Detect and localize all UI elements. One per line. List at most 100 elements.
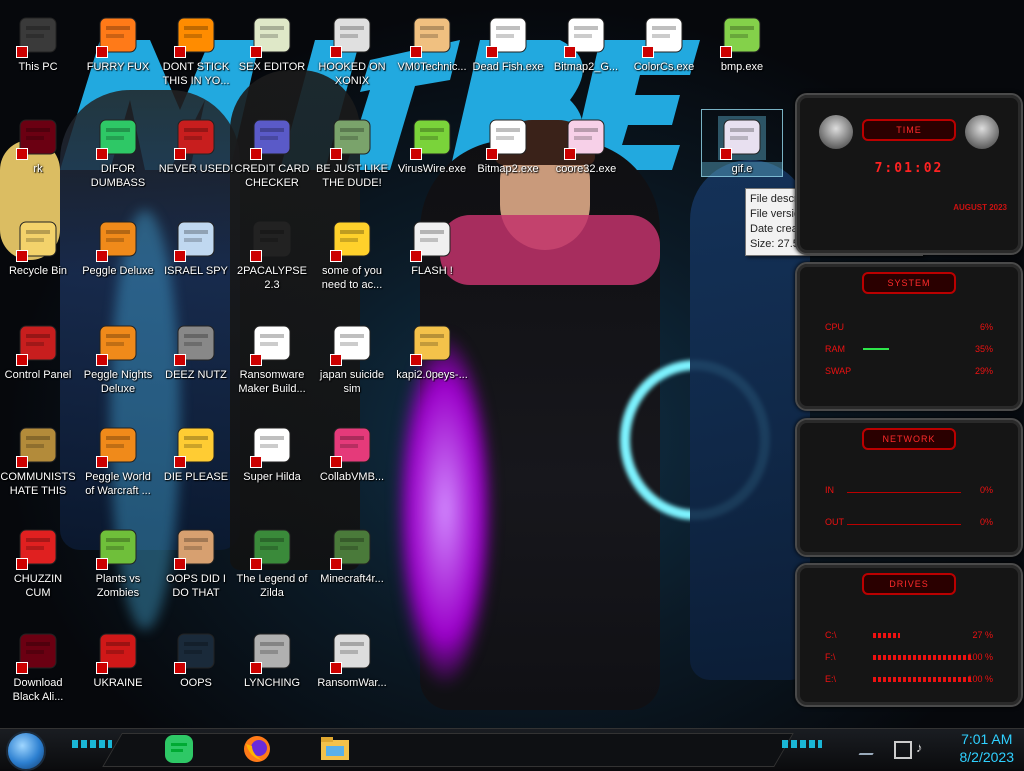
desktop-icon[interactable]: Peggle Nights Deluxe (78, 316, 158, 396)
desktop-icon[interactable]: Dead Fish.exe (468, 8, 548, 74)
desktop-icon[interactable]: DEEZ NUTZ (156, 316, 236, 382)
desktop-icon-label: Minecraft4r... (320, 573, 384, 585)
desktop-icon-image (14, 322, 62, 366)
desktop-icon-image (328, 14, 376, 58)
desktop-icon-label: CREDIT CARD CHECKER (234, 163, 310, 189)
desktop-icon-label: CollabVMB... (319, 471, 385, 483)
shortcut-overlay-icon (16, 354, 28, 366)
firefox-icon[interactable] (240, 732, 274, 766)
start-button[interactable] (6, 731, 46, 771)
desktop-icon[interactable]: CREDIT CARD CHECKER (232, 110, 312, 190)
desktop-icon[interactable]: Super Hilda (232, 418, 312, 484)
desktop-icon-image (94, 526, 142, 570)
taskbar: ♪ 7:01 AM 8/2/2023 (0, 728, 1024, 771)
desktop-icon[interactable]: UKRAINE (78, 624, 158, 690)
desktop-icon[interactable]: COMMUNISTS HATE THIS G... (0, 418, 78, 498)
desktop-icon[interactable]: japan suicide sim (312, 316, 392, 396)
shortcut-overlay-icon (250, 46, 262, 58)
desktop-icon[interactable]: CHUZZIN CUM (0, 520, 78, 600)
desktop-icon-label: VM0Technic... (397, 61, 467, 73)
desktop-icon[interactable]: BE JUST LIKE THE DUDE! (312, 110, 392, 190)
drive-f-usage-bar (873, 655, 973, 660)
network-gadget[interactable]: NETWORK IN 0% OUT 0% (795, 418, 1023, 557)
desktop-icon[interactable]: Ransomware Maker Build... (232, 316, 312, 396)
in-value: 0% (979, 485, 993, 495)
desktop-icon[interactable]: Peggle Deluxe (78, 212, 158, 278)
desktop-icon[interactable]: OOPS DID I DO THAT (156, 520, 236, 600)
desktop-icon[interactable]: OOPS (156, 624, 236, 690)
desktop-icon-image (172, 322, 220, 366)
desktop-icon-label: This PC (18, 61, 58, 73)
desktop-icon-label: HOOKED ON XONIX (318, 61, 386, 87)
desktop-icon[interactable]: gif.e (701, 109, 783, 177)
desktop-icon-label: FURRY FUX (86, 61, 150, 73)
shortcut-overlay-icon (410, 46, 422, 58)
desktop-icon[interactable]: DIE PLEASE (156, 418, 236, 484)
taskbar-clock[interactable]: 7:01 AM 8/2/2023 (960, 730, 1015, 766)
shortcut-overlay-icon (174, 148, 186, 160)
desktop-icon[interactable]: SEX EDITOR (232, 8, 312, 74)
desktop-icon[interactable]: ColorCs.exe (624, 8, 704, 74)
desktop-icon[interactable]: Minecraft4r... (312, 520, 392, 586)
show-hidden-icons-icon[interactable] (858, 743, 880, 755)
desktop-icon-label: UKRAINE (93, 677, 143, 689)
desktop-icon-image (94, 14, 142, 58)
desktop-icon-image (248, 14, 296, 58)
desktop-icon[interactable]: kapi2.0peys-... (392, 316, 472, 382)
desktop-icon[interactable]: NEVER USED! (156, 110, 236, 176)
desktop-icon-label: FLASH ! (411, 265, 453, 277)
out-label: OUT (825, 517, 844, 527)
drive-c-value: 27 % (972, 630, 993, 640)
desktop-icon[interactable]: RansomWar... (312, 624, 392, 690)
desktop-icon-image (14, 218, 62, 262)
desktop-icon[interactable]: coore32.exe (546, 110, 626, 176)
wallpaper-purple-sword (395, 330, 495, 690)
desktop-icon[interactable]: Download Black Ali... (0, 624, 78, 704)
desktop-icon-label: The Legend of Zilda (236, 573, 308, 599)
green-chat-app-icon[interactable] (162, 732, 196, 766)
desktop-icon-label: Peggle Nights Deluxe (83, 369, 153, 395)
desktop-icon[interactable]: FLASH ! (392, 212, 472, 278)
desktop-icon-label: Bitmap2.exe (477, 163, 539, 175)
desktop-icon[interactable]: Bitmap2.exe (468, 110, 548, 176)
desktop-icon[interactable]: LYNCHING (232, 624, 312, 690)
desktop-icon[interactable]: DIFOR DUMBASS (78, 110, 158, 190)
desktop-icon[interactable]: VM0Technic... (392, 8, 472, 74)
desktop-icon-image (328, 322, 376, 366)
shortcut-overlay-icon (642, 46, 654, 58)
desktop-icon[interactable]: Control Panel (0, 316, 78, 382)
drive-c-row: C:\ 27 % (825, 630, 993, 640)
desktop-icon-label: Download Black Ali... (12, 677, 64, 703)
drives-gadget[interactable]: DRIVES C:\ 27 % F:\ 100 % E:\ 100 % (795, 563, 1023, 707)
desktop-icon[interactable]: Peggle World of Warcraft ... (78, 418, 158, 498)
system-gadget[interactable]: SYSTEM CPU 6% RAM 35% SWAP 29% (795, 262, 1023, 411)
desktop-icon[interactable]: This PC (0, 8, 78, 74)
desktop-icon-label: Bitmap2_G... (553, 61, 619, 73)
alien-head-icon (965, 115, 999, 149)
desktop-icon-label: Control Panel (4, 369, 72, 381)
desktop-icon[interactable]: Recycle Bin (0, 212, 78, 278)
file-explorer-icon[interactable] (318, 732, 352, 766)
volume-icon[interactable]: ♪ (916, 741, 930, 755)
desktop-icon[interactable]: CollabVMB... (312, 418, 392, 484)
desktop-icon-image (14, 116, 62, 160)
desktop-icon[interactable]: ISRAEL SPY (156, 212, 236, 278)
desktop-icon[interactable]: The Legend of Zilda (232, 520, 312, 600)
desktop-icon[interactable]: 2PACALYPSE 2.3 (232, 212, 312, 292)
desktop-icon[interactable]: some of you need to ac... (312, 212, 392, 292)
network-icon[interactable] (894, 741, 912, 759)
desktop-icon-image (172, 424, 220, 468)
desktop-icon[interactable]: Bitmap2_G... (546, 8, 626, 74)
desktop-icon[interactable]: VirusWire.exe (392, 110, 472, 176)
desktop-icon[interactable]: HOOKED ON XONIX (312, 8, 392, 88)
desktop-icon[interactable]: Plants vs Zombies (78, 520, 158, 600)
desktop-icon[interactable]: rk (0, 110, 78, 176)
desktop-icon-image (328, 218, 376, 262)
desktop-icon[interactable]: DONT STICK THIS IN YO... (156, 8, 236, 88)
time-gadget[interactable]: TIME 7:01:02 AUGUST 2023 (795, 93, 1023, 255)
desktop-icon[interactable]: FURRY FUX (78, 8, 158, 74)
drive-e-row: E:\ 100 % (825, 674, 993, 684)
desktop-icon-image (718, 14, 766, 58)
desktop-icon[interactable]: bmp.exe (702, 8, 782, 74)
desktop-icon-label: BE JUST LIKE THE DUDE! (316, 163, 388, 189)
